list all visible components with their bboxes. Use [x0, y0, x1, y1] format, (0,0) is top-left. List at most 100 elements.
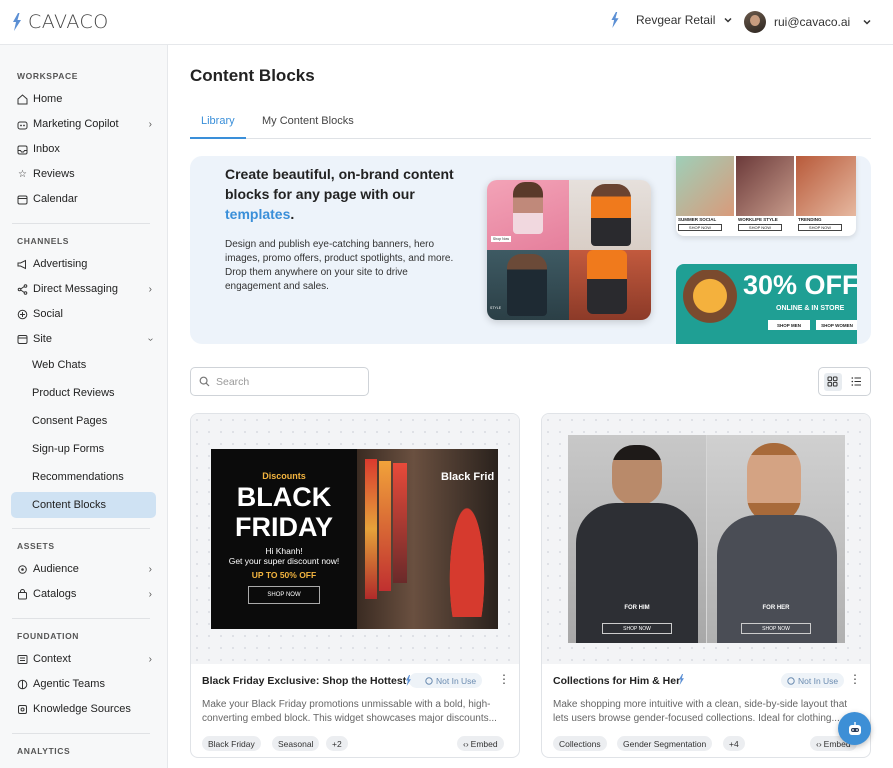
- megaphone-icon: [17, 259, 28, 270]
- home-icon: [17, 93, 28, 105]
- content-block-card[interactable]: Discounts BLACK FRIDAY Hi Khanh! Get your …: [190, 413, 520, 758]
- sidebar-item-calendar[interactable]: Calendar: [17, 193, 152, 205]
- section-assets: ASSETS: [17, 541, 55, 551]
- templates-link[interactable]: templates: [225, 206, 290, 222]
- card-preview: Discounts BLACK FRIDAY Hi Khanh! Get your …: [191, 414, 519, 664]
- brand-name: CAVACO: [28, 11, 109, 33]
- chevron-down-icon: [863, 19, 871, 25]
- template-button: SHOP WOMEN: [816, 320, 857, 330]
- sidebar-item-sign-up-forms[interactable]: Sign-up Forms: [32, 443, 104, 455]
- sidebar-item-agentic-teams[interactable]: Agentic Teams: [17, 678, 152, 690]
- black-friday-preview-image: Discounts BLACK FRIDAY Hi Khanh! Get your …: [211, 449, 498, 629]
- embed-button[interactable]: ‹› Embed: [457, 736, 504, 751]
- page-title: Content Blocks: [190, 66, 315, 85]
- sidebar-item-label: Home: [33, 93, 63, 105]
- sidebar-item-consent-pages[interactable]: Consent Pages: [32, 415, 107, 427]
- sidebar-item-label: Inbox: [33, 143, 60, 155]
- sidebar-item-label: Audience: [33, 563, 79, 575]
- card-description: Make your Black Friday promotions unmiss…: [202, 699, 497, 724]
- sidebar-item-knowledge-sources[interactable]: Knowledge Sources: [17, 703, 152, 715]
- sidebar-item-label: Site: [33, 333, 52, 345]
- sidebar-item-label: Knowledge Sources: [33, 703, 131, 715]
- template-label: SUMMER SOCIAL: [678, 217, 717, 222]
- sidebar-item-audience[interactable]: Audience ›: [17, 563, 152, 575]
- tab-my-content-blocks[interactable]: My Content Blocks: [262, 115, 354, 127]
- card-title: Black Friday Exclusive: Shop the Hottest…: [202, 675, 418, 687]
- code-icon: ‹›: [816, 738, 822, 749]
- sidebar-item-social[interactable]: Social: [17, 308, 152, 320]
- search-icon: [199, 376, 210, 387]
- sidebar-item-inbox[interactable]: Inbox: [17, 143, 152, 155]
- more-options-icon[interactable]: ⋮: [849, 672, 861, 686]
- assistant-chat-button[interactable]: [838, 712, 871, 745]
- collections-preview-image: FOR HIM SHOP NOW FOR HER SHOP NOW: [568, 435, 845, 643]
- more-options-icon[interactable]: ⋮: [498, 672, 510, 686]
- sidebar-item-recommendations[interactable]: Recommendations: [32, 471, 124, 483]
- status-text: Not In Use: [436, 675, 477, 686]
- template-thumbnail-sale[interactable]: 30% OFF ONLINE & IN STORE SHOP MEN SHOP …: [676, 264, 857, 344]
- collage-tile: Shop Now: [487, 180, 569, 250]
- inbox-icon: [17, 144, 28, 155]
- for-him-panel: FOR HIM SHOP NOW: [568, 435, 706, 643]
- main-content: Content Blocks Library My Content Blocks…: [168, 45, 893, 768]
- sidebar-item-context[interactable]: Context ›: [17, 653, 152, 665]
- list-view-button[interactable]: [848, 373, 866, 391]
- chevron-down-icon: [724, 17, 732, 23]
- robot-icon: [848, 721, 861, 735]
- grid-view-button[interactable]: [823, 372, 842, 391]
- store-photo: Black Frid: [357, 449, 498, 629]
- search-placeholder: Search: [216, 375, 250, 388]
- sidebar-item-content-blocks[interactable]: Content Blocks: [32, 499, 106, 511]
- sidebar-item-marketing-copilot[interactable]: Marketing Copilot ›: [17, 118, 152, 130]
- avatar: [744, 11, 766, 33]
- collage-tile: [569, 250, 651, 320]
- preview-offer: Get your super discount now!: [228, 556, 340, 566]
- org-switcher[interactable]: Revgear Retail: [610, 12, 733, 28]
- search-input[interactable]: Search: [190, 367, 369, 396]
- tag: Gender Segmentation: [617, 736, 713, 751]
- bag-icon: [17, 588, 28, 600]
- spark-icon: [679, 674, 684, 685]
- code-icon: ‹›: [463, 738, 469, 749]
- sidebar-item-product-reviews[interactable]: Product Reviews: [32, 387, 115, 399]
- sidebar-item-label: Calendar: [33, 193, 78, 205]
- for-her-panel: FOR HER SHOP NOW: [707, 435, 845, 643]
- user-menu[interactable]: rui@cavaco.ai: [744, 11, 872, 33]
- content-block-card[interactable]: FOR HIM SHOP NOW FOR HER SHOP NOW Collec…: [541, 413, 871, 758]
- circle-check-icon: [425, 676, 433, 685]
- sidebar-divider: [12, 528, 150, 529]
- store-sign: Black Frid: [441, 471, 495, 483]
- sidebar-item-catalogs[interactable]: Catalogs ›: [17, 588, 152, 600]
- status-badge: Not In Use: [781, 673, 845, 688]
- banner-title-text: Create beautiful, on-brand content block…: [225, 166, 454, 202]
- circle-check-icon: [787, 676, 795, 685]
- sidebar-item-direct-messaging[interactable]: Direct Messaging ›: [17, 283, 152, 295]
- preview-kicker: Discounts: [262, 471, 306, 481]
- tab-library[interactable]: Library: [190, 115, 246, 139]
- sidebar-item-advertising[interactable]: Advertising: [17, 258, 152, 270]
- spark-logo-icon: [13, 13, 21, 31]
- embed-label: Embed: [470, 738, 498, 749]
- preview-cta: SHOP NOW: [602, 623, 672, 634]
- chevron-right-icon: ›: [148, 283, 152, 295]
- section-channels: CHANNELS: [17, 236, 70, 246]
- templates-banner: Create beautiful, on-brand content block…: [190, 156, 871, 344]
- template-button: SHOP MEN: [768, 320, 810, 330]
- sidebar-item-home[interactable]: Home: [17, 93, 152, 105]
- sidebar-item-site[interactable]: Site ›: [17, 333, 156, 345]
- tag: Collections: [553, 736, 607, 751]
- collage-tile: [569, 180, 651, 250]
- tab-bar: Library My Content Blocks: [190, 115, 871, 139]
- banner-collage-image: Shop Now STYLE: [487, 180, 651, 320]
- sidebar-item-reviews[interactable]: ☆ Reviews: [17, 168, 152, 180]
- sidebar-item-web-chats[interactable]: Web Chats: [32, 359, 86, 371]
- template-thumbnail-social[interactable]: SUMMER SOCIAL WORKLIFE STYLE TRENDING SH…: [676, 156, 856, 236]
- sidebar-item-label: Marketing Copilot: [33, 118, 119, 130]
- chevron-right-icon: ›: [148, 118, 152, 130]
- template-button: SHOP NOW: [678, 224, 722, 231]
- card-title: Collections for Him & Her: [553, 675, 681, 687]
- template-button: SHOP NOW: [798, 224, 842, 231]
- template-label: WORKLIFE STYLE: [738, 217, 778, 222]
- brand-logo[interactable]: CAVACO: [12, 11, 109, 33]
- banner-title-end: .: [290, 206, 295, 222]
